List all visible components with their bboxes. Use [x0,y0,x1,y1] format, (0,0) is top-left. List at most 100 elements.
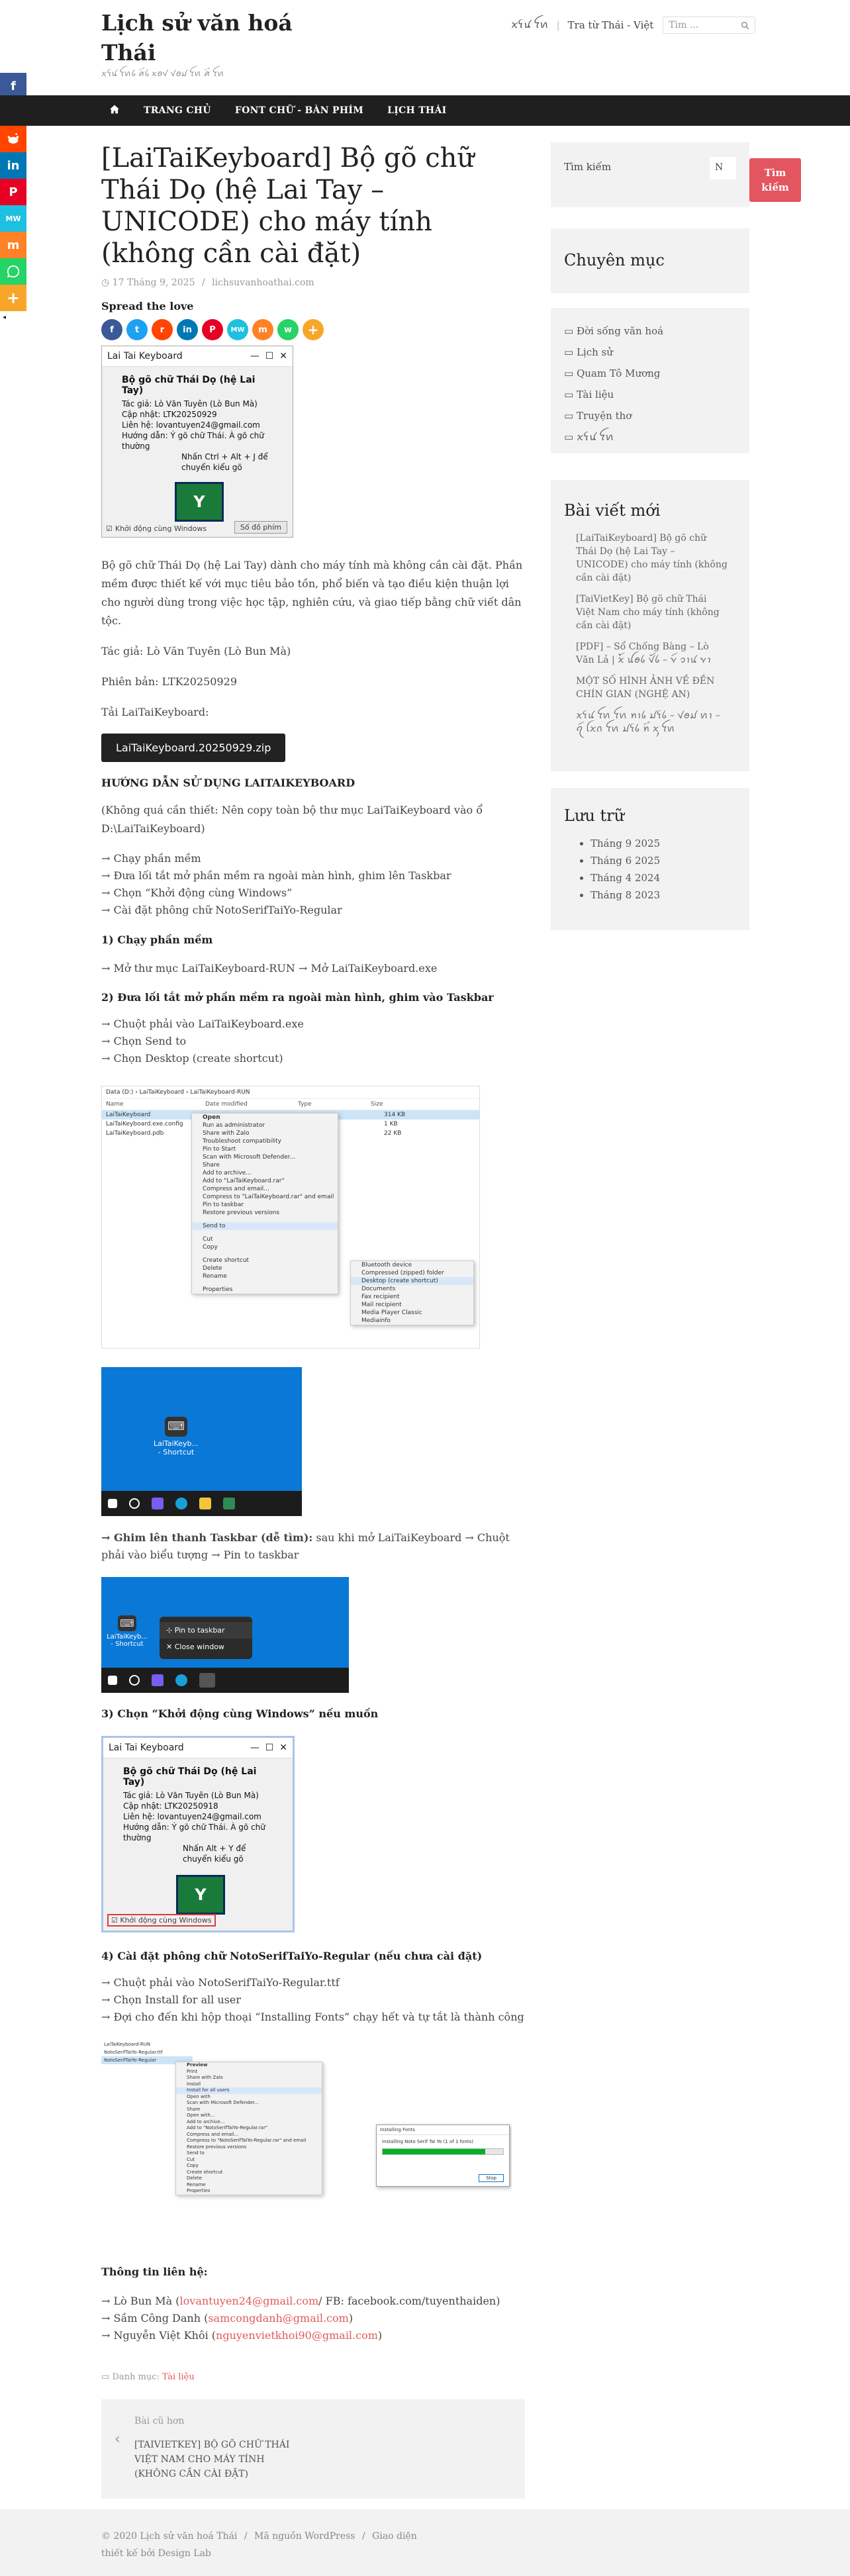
more-share-button[interactable]: + [0,285,26,311]
step4-heading: 4) Cài đặt phông chữ NotoSerifTaiYo-Regu… [101,1950,483,1962]
window-controls-icon: — ☐ ✕ [250,1742,287,1753]
submenu-item: Media Player Classic [361,1310,422,1316]
app-line: Tác giả: Lò Văn Tuyên (Lò Bun Mà) [122,399,258,408]
categories-widget: ▭ Đời sống văn hoá ▭ Lịch sử ▭ Quam Tô M… [551,308,749,453]
submenu-item: Mail recipient [361,1302,402,1308]
menu-item: Print [187,2068,198,2074]
app-line: Hướng dẫn: Ý gõ chữ Thái. À gõ chữ thườn… [122,431,264,451]
whatsapp-share-button[interactable] [0,258,26,285]
pin-instruction-bold: → Ghim lên thanh Taskbar (dễ tìm): [101,1531,313,1544]
menu-item: Compress to "NotoSerifTaiYo-Regular.rar"… [187,2138,307,2143]
contact-email-link[interactable]: nguyenvietkhoi90@gmail.com [216,2329,378,2342]
category-item[interactable]: ▭ Đời sống văn hoá [564,324,736,338]
menu-item: Open with [187,2093,211,2099]
recent-post-link[interactable]: MỘT SỐ HÌNH ẢNH VỀ ĐỀN CHÍN GIAN (NGHỆ A… [576,675,728,701]
category-item[interactable]: ▭ Truyện thơ [564,409,736,422]
taskbar [101,1668,349,1693]
edge-icon [175,1498,187,1509]
menu-item: Restore previous versions [187,2144,247,2150]
categories-title: Chuyên mục [564,251,665,269]
nav-item-home[interactable]: TRANG CHỦ [144,105,211,116]
top-search-input[interactable]: Tìm ... [663,17,756,34]
recent-post-link[interactable]: [PDF] – Sổ Chống Bàng – Lò Văn Lả | ꪎꪳ ꪊ… [576,640,728,667]
footer-separator: / [361,2531,365,2542]
search-icon[interactable] [741,21,749,30]
contact-email-link[interactable]: lovantuyen24@gmail.com [180,2295,319,2307]
topnav-item-dictionary[interactable]: Tra từ Thái - Việt [568,19,654,31]
share-icons-row: f t r in P MW m w + [101,319,525,340]
category-item[interactable]: ▭ ꪎꪺꪙ ꪼꪕ [564,430,736,444]
menu-item: Add to "NotoSerifTaiYo-Regular.rar" [187,2125,268,2130]
menu-item: Share with Zalo [203,1130,250,1137]
folder-icon: ▭ [564,367,574,379]
pinterest-share-button[interactable]: P [0,179,26,205]
close-window-item: ✕ Close window [166,1643,224,1651]
download-button[interactable]: LaiTaiKeyboard.20250929.zip [101,734,286,762]
col-size: Size [371,1101,383,1108]
recent-post-link[interactable]: [LaiTaiKeyboard] Bộ gõ chữ Thái Dọ (hệ L… [576,532,728,585]
laitaikeyboard-taskbar-icon [199,1673,215,1688]
reddit-share-button[interactable] [0,126,26,152]
mewe-share-button[interactable]: MW [0,205,26,232]
contact-suffix: ) [348,2312,354,2324]
step2-line: → Chọn Send to [101,1035,187,1047]
categories-title-widget: Chuyên mục [551,228,749,293]
collapse-share-icon[interactable]: ◂ [3,314,11,322]
whatsapp-icon [7,265,20,278]
more-icon[interactable]: + [303,319,324,340]
menu-item: Open [203,1114,220,1121]
category-item[interactable]: ▭ Tài liệu [564,388,736,401]
linkedin-share-button[interactable]: in [0,152,26,179]
topnav-separator: | [556,19,560,31]
whatsapp-icon[interactable]: w [277,319,299,340]
step2-line: → Chọn Desktop (create shortcut) [101,1052,283,1065]
menu-item: Copy [203,1244,218,1251]
pin-to-taskbar-item: ⊹ Pin to taskbar [160,1622,252,1639]
archive-link[interactable]: Tháng 4 2024 [590,871,736,884]
menu-item: Cut [203,1236,213,1243]
footer-copyright[interactable]: © 2020 Lịch sử văn hoá Thái [101,2531,237,2542]
menu-item: Compress to "LaiTaiKeyboard.rar" and ema… [203,1194,334,1200]
mewe-icon[interactable]: MW [227,319,248,340]
nav-item-fonts[interactable]: FONT CHỮ - BÀN PHÍM [235,105,363,116]
sidebar-search-input[interactable]: N [710,157,736,179]
contact-email-link[interactable]: samcongdanh@gmail.com [208,2312,349,2324]
nav-item-calendar[interactable]: LỊCH THÁI [387,105,446,116]
step-item: → Chọn “Khởi động cùng Windows” [101,886,293,899]
pinterest-icon[interactable]: P [202,319,223,340]
menu-item: Cut [187,2156,195,2162]
recent-post-link[interactable]: [TaiVietKey] Bộ gõ chữ Thái Việt Nam cho… [576,593,728,632]
keyboard-toggle-button: Y [176,1875,225,1915]
category-link[interactable]: Tài liệu [162,2372,195,2382]
col-name: Name [106,1101,124,1108]
previous-post-nav[interactable]: ‹ Bài cũ hơn [TAIVIETKEY] BỘ GÕ CHỮ THÁI… [101,2399,525,2499]
post-author[interactable]: lichsuvanhoathai.com [212,277,314,288]
edge-icon [175,1674,187,1686]
topnav-item-tai[interactable]: ꪎꪺꪙ ꪼꪕ [511,15,549,36]
taskbar-search-icon [129,1675,140,1686]
sidebar-search-button[interactable]: Tìm kiếm [749,158,801,202]
contact-item: → Sầm Công Danh (samcongdanh@gmail.com) [101,2310,525,2327]
mix-icon[interactable]: m [252,319,273,340]
home-icon[interactable] [109,105,120,117]
twitter-icon[interactable]: t [126,319,148,340]
main-navbar: TRANG CHỦ FONT CHỮ - BÀN PHÍM LỊCH THÁI [0,95,850,126]
footer-wordpress-link[interactable]: Mã nguồn WordPress [254,2531,355,2542]
archive-link[interactable]: Tháng 9 2025 [590,837,736,850]
facebook-icon[interactable]: f [101,319,122,340]
recent-post-link[interactable]: ꪎꪺꪙ ꪼꪕ ꪼꪕ ꪀꪱꪉ ꪣꪺꪉ – ꪚꪮꪣ ꪕꪱ – ꪖꪷ ꪶꪎꪒ ꪼꪕ ꪣ… [576,709,728,736]
archive-link[interactable]: Tháng 8 2023 [590,888,736,902]
category-item[interactable]: ▭ Quam Tô Mương [564,367,736,380]
linkedin-icon[interactable]: in [177,319,198,340]
dialog-title: Installing Fonts [377,2125,509,2135]
site-footer: © 2020 Lịch sử văn hoá Thái / Mã nguồn W… [0,2509,850,2576]
category-item[interactable]: ▭ Lịch sử [564,346,736,359]
reddit-icon[interactable]: r [152,319,173,340]
mix-share-button[interactable]: m [0,232,26,258]
site-title[interactable]: Lịch sử văn hoá Thái [101,8,300,68]
post-date[interactable]: 17 Tháng 9, 2025 [113,277,195,288]
copilot-icon [152,1498,164,1509]
menu-item: Create shortcut [187,2169,223,2175]
archive-link[interactable]: Tháng 6 2025 [590,854,736,867]
prev-title[interactable]: [TAIVIETKEY] BỘ GÕ CHỮ THÁI VIỆT NAM CHO… [134,2438,307,2481]
